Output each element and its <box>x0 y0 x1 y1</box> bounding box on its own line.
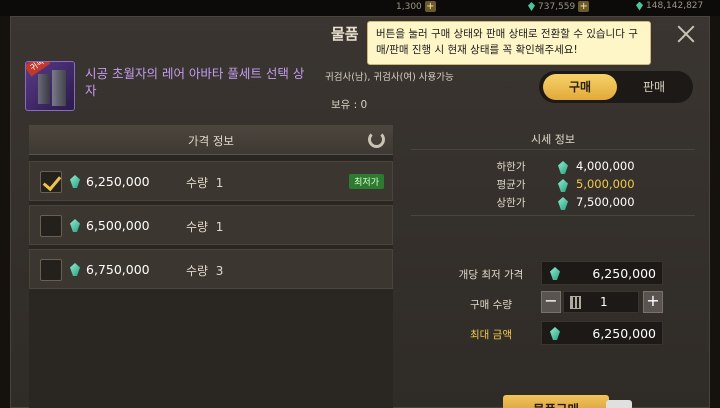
checkbox[interactable] <box>40 259 62 281</box>
hud-value-1: 1,300 <box>396 1 422 12</box>
calculator-icon[interactable] <box>570 296 581 309</box>
increase-button[interactable]: + <box>643 291 663 313</box>
avg-price-label: 평균가 <box>496 179 526 191</box>
item-usable-classes: 귀검사(남), 귀검사(여) 사용가능 <box>325 72 454 83</box>
close-icon[interactable] <box>675 23 697 45</box>
listing-row[interactable]: 6,750,000 수량 3 <box>29 249 393 289</box>
qty-value: 3 <box>215 264 224 278</box>
hud-value-2: 737,559 <box>538 1 576 12</box>
checkbox-checked[interactable] <box>40 171 62 193</box>
listing-price: 6,500,000 <box>86 218 150 233</box>
divider <box>411 149 695 150</box>
divider <box>411 215 695 216</box>
max-amount-value: 6,250,000 <box>592 326 656 341</box>
market-avg-row: 평균가 5,000,000 <box>411 177 695 195</box>
hud-add-button-2[interactable]: + <box>578 1 590 12</box>
item-box-graphic <box>38 74 50 104</box>
market-low-row: 하한가 4,000,000 <box>411 159 695 177</box>
gem-icon <box>70 263 80 276</box>
hud-value-3: 148,142,827 <box>646 1 704 11</box>
market-title: 시세 정보 <box>531 133 575 146</box>
gem-icon <box>70 219 80 232</box>
listing-price: 6,250,000 <box>86 174 150 189</box>
gem-icon <box>550 327 560 340</box>
lowest-price-badge: 최저가 <box>349 174 384 189</box>
hud-currency-2: 737,559 + <box>528 1 590 12</box>
buy-mode-button[interactable]: 구매 <box>543 74 617 100</box>
listing-price: 6,750,000 <box>86 262 150 277</box>
low-price-label: 하한가 <box>496 161 526 173</box>
gem-icon <box>558 161 568 174</box>
purchase-window: 물품 버튼을 눌러 구매 상태와 판매 상태로 전환할 수 있습니다 구매/판매… <box>10 16 710 408</box>
unit-price-field: 6,250,000 <box>541 261 663 285</box>
listing-qty: 수량 3 <box>186 262 223 279</box>
sell-mode-button[interactable]: 판매 <box>617 71 691 103</box>
currency-hud: 1,300 + 737,559 + 148,142,827 <box>0 0 720 16</box>
listing-row[interactable]: 6,500,000 수량 1 <box>29 205 393 245</box>
listing-header: 가격 정보 <box>29 125 393 155</box>
item-owned-count: 보유 : 0 <box>331 99 368 111</box>
high-price-value: 7,500,000 <box>576 195 635 209</box>
max-amount-field: 6,250,000 <box>541 321 663 345</box>
item-name: 시공 초월자의 레어 아바타 풀세트 선택 상자 <box>85 66 305 98</box>
quantity-input[interactable]: 1 <box>563 291 639 313</box>
hud-add-button-1[interactable]: + <box>424 1 436 12</box>
qty-value: 1 <box>215 220 224 234</box>
item-box-graphic <box>52 70 66 106</box>
refresh-icon[interactable] <box>368 131 385 148</box>
gem-icon <box>528 2 535 11</box>
listing-row[interactable]: 6,250,000 수량 1 최저가 <box>29 161 393 201</box>
max-amount-label: 최대 금액 <box>470 329 512 341</box>
listing-qty: 수량 1 <box>186 218 223 235</box>
listing-header-label: 가격 정보 <box>188 134 234 148</box>
qty-value: 1 <box>215 176 224 190</box>
gem-icon <box>550 267 560 280</box>
gem-icon <box>70 175 80 188</box>
qty-label: 수량 <box>186 220 209 234</box>
unit-price-value: 6,250,000 <box>592 266 656 281</box>
chat-toggle-button[interactable] <box>606 400 632 408</box>
checkbox[interactable] <box>40 215 62 237</box>
avg-price-value: 5,000,000 <box>576 177 635 191</box>
hud-currency-3: 148,142,827 <box>636 1 703 11</box>
quantity-value: 1 <box>600 295 608 309</box>
price-listing-panel: 가격 정보 6,250,000 수량 1 최저가 6,500,000 수량 1 … <box>29 125 393 408</box>
purchase-button[interactable]: 물품구매 <box>503 395 609 408</box>
listing-rows: 6,250,000 수량 1 최저가 6,500,000 수량 1 6,750,… <box>29 161 393 293</box>
high-price-label: 상한가 <box>496 197 526 209</box>
mode-tooltip: 버튼을 눌러 구매 상태와 판매 상태로 전환할 수 있습니다 구매/판매 진행… <box>367 21 651 65</box>
qty-label: 수량 <box>186 264 209 278</box>
market-panel: 시세 정보 하한가 4,000,000 평균가 5,000,000 상한가 7,… <box>411 125 695 408</box>
market-high-row: 상한가 7,500,000 <box>411 195 695 213</box>
buy-sell-toggle: 구매 판매 <box>539 71 693 103</box>
gem-icon <box>636 1 643 11</box>
qty-label: 수량 <box>186 176 209 190</box>
purchase-qty-label: 구매 수량 <box>470 299 512 311</box>
gem-icon <box>558 197 568 210</box>
item-icon: 귀속 <box>25 61 75 111</box>
listing-qty: 수량 1 <box>186 174 223 191</box>
window-title: 물품 <box>331 25 359 43</box>
quantity-stepper: − 1 + <box>541 291 663 315</box>
unit-price-label: 개당 최저 가격 <box>458 269 524 281</box>
gem-icon <box>558 179 568 192</box>
low-price-value: 4,000,000 <box>576 159 635 173</box>
decrease-button[interactable]: − <box>541 291 561 313</box>
hud-currency-1: 1,300 + <box>396 1 436 12</box>
